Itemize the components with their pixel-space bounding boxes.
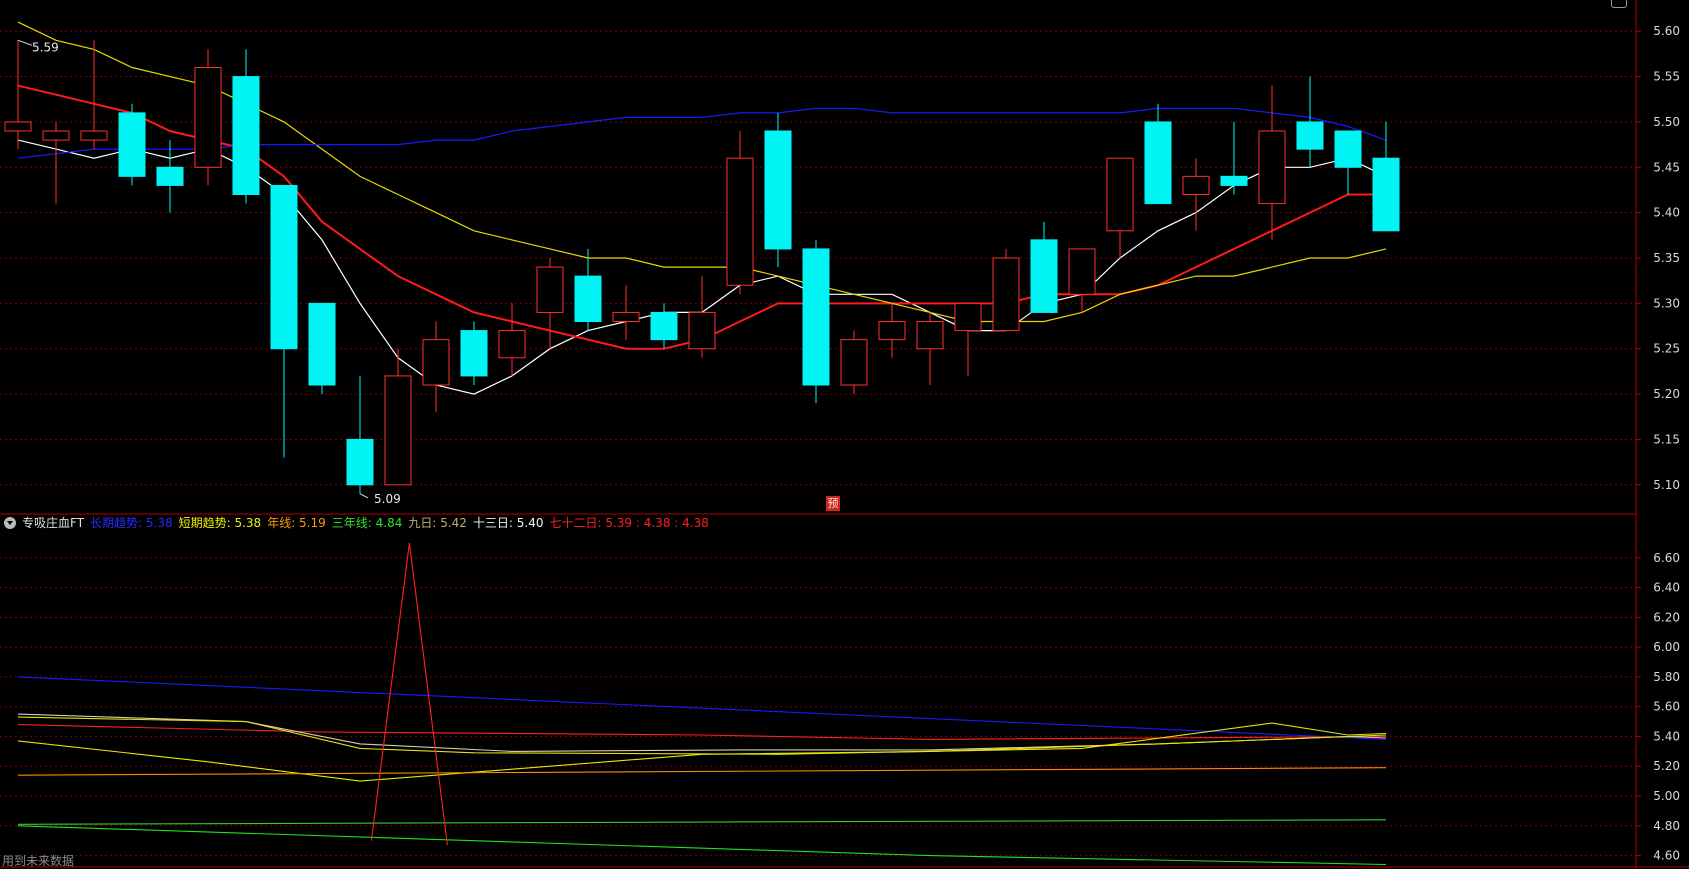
- chart-svg: 5.10 5.15 5.20 5.25 5.30 5.35 5.40 5.45 5.50 5.55…: [0, 0, 1689, 869]
- candle-body-down: [232, 76, 260, 195]
- candle-body-up: [498, 330, 526, 359]
- candle-body-up: [878, 321, 906, 341]
- candle-body-up: [4, 121, 32, 132]
- legend-item-year-line: 年线: 5.19: [267, 516, 326, 530]
- price-tick-label: 5.40: [1653, 206, 1680, 220]
- forecast-tag[interactable]: 预: [826, 496, 840, 511]
- candle-body-up: [726, 157, 754, 286]
- low-label: 5.09: [374, 492, 401, 506]
- candle-body-down: [1144, 121, 1172, 205]
- price-tick-label: 5.30: [1653, 296, 1680, 310]
- candle-body-down: [460, 330, 488, 377]
- price-tick-label: 5.10: [1653, 478, 1680, 492]
- candle-body-up: [80, 130, 108, 141]
- price-tick-label: 5.35: [1653, 251, 1680, 265]
- high-label: 5.59: [32, 40, 59, 54]
- indicator-tick-label: 6.20: [1653, 610, 1680, 624]
- candle-body-down: [764, 130, 792, 250]
- candle-body-up: [992, 257, 1020, 332]
- indicator-tick-label: 5.00: [1653, 789, 1680, 803]
- indicator-tick-label: 5.60: [1653, 700, 1680, 714]
- candle-body-up: [612, 311, 640, 322]
- candle-body-down: [574, 275, 602, 322]
- indicator-tick-label: 4.80: [1653, 819, 1680, 833]
- price-tick-label: 5.55: [1653, 70, 1680, 84]
- indicator-line: [17, 716, 1387, 755]
- candle-body-up: [1106, 157, 1134, 232]
- indicator-tick-label: 6.60: [1653, 551, 1680, 565]
- price-tick-label: 5.60: [1653, 24, 1680, 38]
- candle-body-up: [42, 130, 70, 141]
- indicator-tick-label: 6.40: [1653, 581, 1680, 595]
- candle-body-down: [802, 248, 830, 386]
- indicator-line: [17, 767, 1387, 776]
- collapse-icon[interactable]: [4, 517, 16, 529]
- price-tick-label: 5.20: [1653, 387, 1680, 401]
- indicator-tick-label: 4.60: [1653, 849, 1680, 863]
- indicator-legend: 专吸庄血FT 长期趋势: 5.38 短期趋势: 5.38 年线: 5.19 三年…: [0, 515, 709, 531]
- candle-body-down: [308, 302, 336, 386]
- indicator-line: [17, 713, 1387, 752]
- price-ma-line: [17, 107, 1387, 159]
- candle-body-up: [422, 339, 450, 386]
- candle-body-up: [194, 67, 222, 168]
- candle-body-up: [1258, 130, 1286, 205]
- candle-body-down: [270, 184, 298, 350]
- window-restore-icon[interactable]: [1611, 0, 1627, 8]
- legend-item-nine-day: 九日: 5.42: [408, 516, 467, 530]
- candle-body-up: [1068, 248, 1096, 295]
- candle-body-down: [346, 438, 374, 486]
- legend-item-long-trend: 长期趋势: 5.38: [90, 516, 173, 530]
- indicator-tick-label: 5.20: [1653, 759, 1680, 773]
- candle-body-up: [840, 339, 868, 386]
- candle-body-down: [1334, 130, 1362, 168]
- low-marker-arrow: [359, 493, 369, 499]
- legend-item-three-year-line: 三年线: 4.84: [331, 516, 403, 530]
- price-tick-label: 5.25: [1653, 342, 1680, 356]
- candle-body-down: [650, 311, 678, 341]
- price-tick-label: 5.15: [1653, 432, 1680, 446]
- candle-body-up: [1182, 175, 1210, 196]
- indicator-tick-label: 5.40: [1653, 729, 1680, 743]
- candle-body-up: [954, 302, 982, 332]
- price-tick-label: 5.45: [1653, 160, 1680, 174]
- indicator-tick-label: 5.80: [1653, 670, 1680, 684]
- legend-item-seventy-two-day: 七十二日: 5.39 : 4.38 : 4.38: [549, 516, 709, 530]
- chart-stage: 5.10 5.15 5.20 5.25 5.30 5.35 5.40 5.45 5.50 5.55…: [0, 0, 1689, 869]
- candle-body-up: [384, 375, 412, 486]
- indicator-line: [17, 724, 1387, 740]
- candle-body-up: [536, 266, 564, 313]
- candle-body-down: [1030, 239, 1058, 313]
- candle-body-down: [1220, 175, 1248, 186]
- candle-body-down: [118, 112, 146, 177]
- indicator-name: 专吸庄血FT: [22, 516, 85, 530]
- indicator-tick-label: 6.00: [1653, 640, 1680, 654]
- candle-body-down: [1296, 121, 1324, 150]
- legend-item-thirteen-day: 十三日: 5.40: [472, 516, 544, 530]
- candle-body-up: [688, 311, 716, 350]
- high-marker-arrow: [17, 39, 33, 46]
- future-data-note: 用到未来数据: [2, 854, 75, 868]
- legend-item-short-trend: 短期趋势: 5.38: [178, 516, 262, 530]
- candle-body-up: [916, 321, 944, 350]
- candle-body-down: [156, 166, 184, 186]
- price-tick-label: 5.50: [1653, 115, 1680, 129]
- indicator-line: [17, 819, 1387, 825]
- indicator-line: [17, 825, 1387, 866]
- candle-body-down: [1372, 157, 1400, 232]
